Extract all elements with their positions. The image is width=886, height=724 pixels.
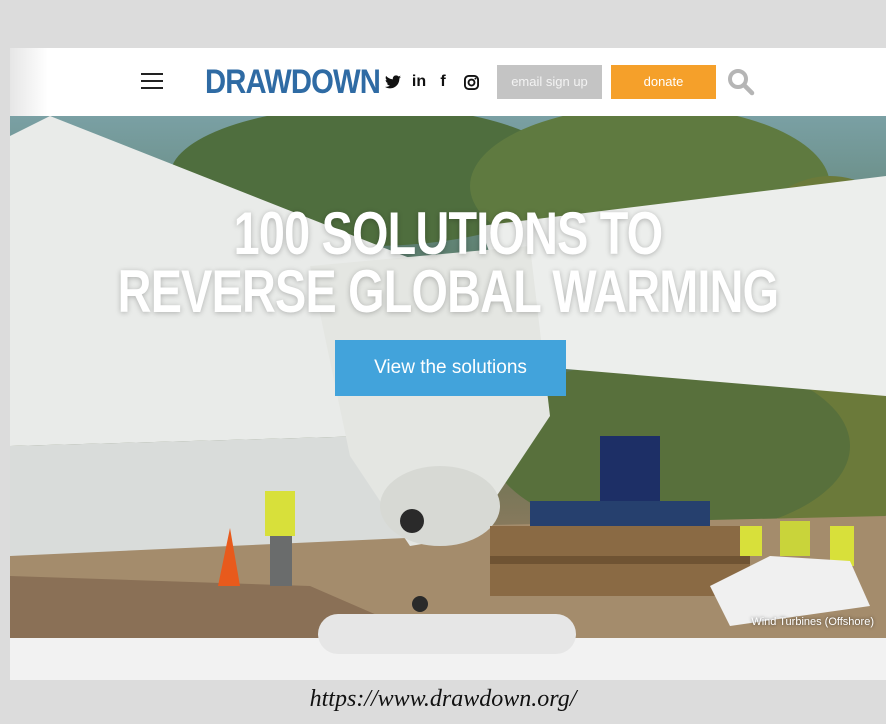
header-edge <box>10 48 48 116</box>
site-logo[interactable]: DRAWDOWN <box>205 62 381 102</box>
site-header: DRAWDOWN in f email sign up donate <box>10 48 886 116</box>
email-signup-button[interactable]: email sign up <box>497 65 602 99</box>
search-icon[interactable] <box>727 68 755 96</box>
twitter-icon[interactable] <box>383 71 403 93</box>
menu-icon[interactable] <box>141 73 163 91</box>
browser-page: DRAWDOWN in f email sign up donate 100 S… <box>10 48 886 680</box>
donate-button[interactable]: donate <box>611 65 716 99</box>
linkedin-icon[interactable]: in <box>409 71 429 93</box>
hero-title-line-2: REVERSE GLOBAL WARMING <box>117 258 779 325</box>
instagram-icon[interactable] <box>461 71 481 93</box>
page-url: https://www.drawdown.org/ <box>309 686 577 712</box>
photo-caption: Wind Turbines (Offshore) <box>751 616 874 628</box>
hero-title-line-1: 100 SOLUTIONS TO <box>233 200 664 267</box>
scroll-tab <box>318 614 576 654</box>
view-solutions-button[interactable]: View the solutions <box>335 340 566 396</box>
facebook-icon[interactable]: f <box>435 71 451 93</box>
hero-banner: 100 SOLUTIONS TO REVERSE GLOBAL WARMING … <box>10 116 886 638</box>
